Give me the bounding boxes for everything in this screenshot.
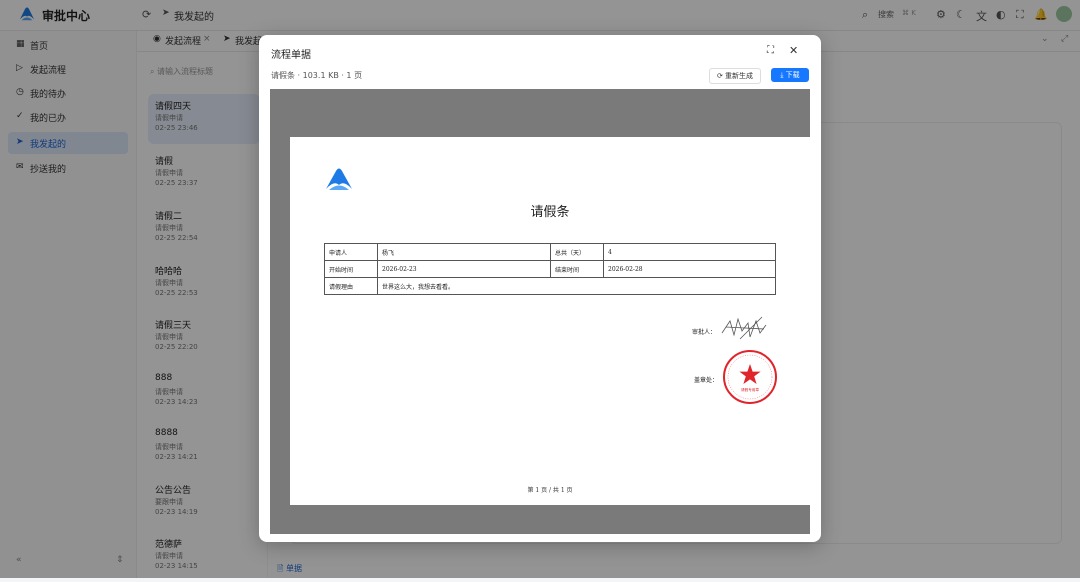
seal-label: 盖章处： (694, 377, 719, 384)
table-row: 开始时间 2026-02-23 结束时间 2026-02-28 (324, 260, 776, 278)
download-icon: ⤓ (780, 71, 784, 79)
company-logo-icon (326, 168, 352, 190)
download-button[interactable]: ⤓ 下载 (771, 68, 809, 82)
seal-text: 请假专用章 (741, 387, 759, 392)
page-indicator: 第 1 页 / 共 1 页 (527, 487, 573, 494)
modal-title: 流程单据 (271, 50, 311, 61)
table-row: 申请人 杨飞 总共（天） 4 (324, 243, 776, 261)
signature-image (721, 316, 767, 340)
maximize-icon[interactable]: ⛶ (767, 45, 774, 56)
pdf-viewer[interactable]: 请假条 申请人 杨飞 总共（天） 4 开始时间 2026-02-23 结束时间 … (270, 89, 810, 534)
official-seal-image: 请假专用章 (723, 350, 777, 404)
document-modal: 流程单据 ⛶ ✕ 请假条 · 103.1 KB · 1 页 ⟳ 重新生成 ⤓ 下… (259, 35, 821, 542)
document-title: 请假条 (530, 205, 570, 220)
approver-label: 审批人： (692, 329, 717, 336)
leave-form-table: 申请人 杨飞 总共（天） 4 开始时间 2026-02-23 结束时间 2026… (324, 243, 776, 295)
regenerate-button[interactable]: ⟳ 重新生成 (709, 68, 761, 84)
refresh-icon: ⟳ (716, 72, 723, 80)
table-row: 请假理由 世界这么大，我想去看看。 (324, 277, 776, 295)
document-meta: 请假条 · 103.1 KB · 1 页 (271, 71, 363, 80)
document-page: 请假条 申请人 杨飞 总共（天） 4 开始时间 2026-02-23 结束时间 … (290, 137, 810, 505)
close-icon[interactable]: ✕ (789, 44, 798, 57)
